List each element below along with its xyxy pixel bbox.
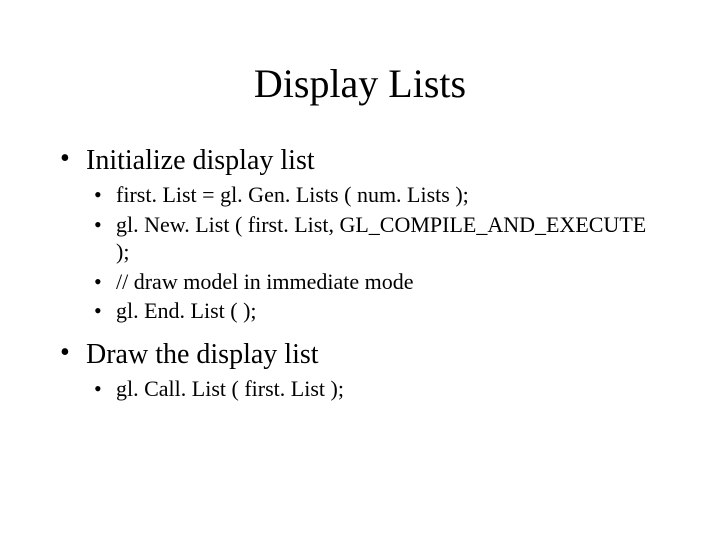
sub-list-initialize: first. List = gl. Gen. Lists ( num. List… bbox=[86, 181, 660, 325]
section-initialize: Initialize display list first. List = gl… bbox=[60, 145, 660, 325]
section-draw: Draw the display list gl. Call. List ( f… bbox=[60, 339, 660, 403]
bullet-list: Initialize display list first. List = gl… bbox=[60, 145, 660, 402]
list-item: first. List = gl. Gen. Lists ( num. List… bbox=[86, 181, 660, 209]
section-heading: Draw the display list bbox=[86, 339, 319, 370]
list-item: gl. New. List ( first. List, GL_COMPILE_… bbox=[86, 211, 660, 266]
list-item: // draw model in immediate mode bbox=[86, 268, 660, 296]
slide-title: Display Lists bbox=[60, 60, 660, 107]
list-item: gl. Call. List ( first. List ); bbox=[86, 375, 660, 403]
list-item: gl. End. List ( ); bbox=[86, 297, 660, 325]
sub-list-draw: gl. Call. List ( first. List ); bbox=[86, 375, 660, 403]
section-heading: Initialize display list bbox=[86, 145, 315, 176]
